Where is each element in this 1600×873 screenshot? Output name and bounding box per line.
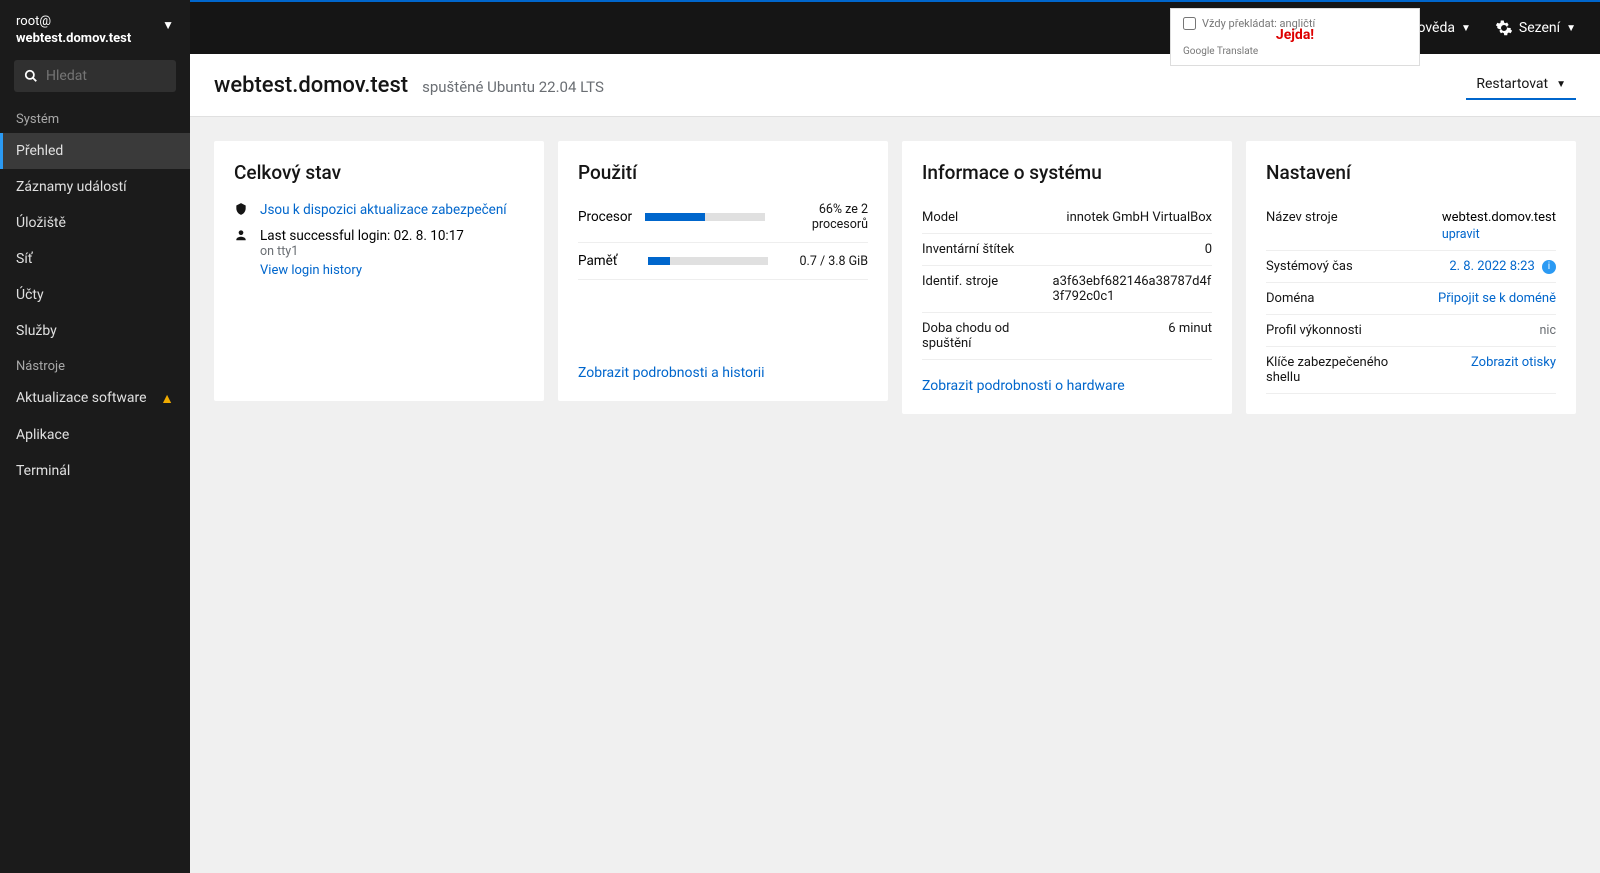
- card-health: Celkový stav Jsou k dispozici aktualizac…: [214, 141, 544, 401]
- uptime-label: Doba chodu od spuštění: [922, 321, 1053, 351]
- card-title: Celkový stav: [234, 161, 524, 184]
- systime-label: Systémový čas: [1266, 259, 1353, 274]
- ssh-keys-label: Klíče zabezpečeného shellu: [1266, 355, 1397, 385]
- card-title: Nastavení: [1266, 161, 1556, 184]
- card-title: Informace o systému: [922, 161, 1212, 184]
- cpu-value: 66% ze 2 procesorů: [778, 202, 868, 232]
- host-name: webtest.domov.test: [16, 31, 131, 48]
- card-usage: Použití Procesor 66% ze 2 procesorů Pamě…: [558, 141, 888, 401]
- translate-credit: Google Translate: [1183, 46, 1407, 57]
- cpu-bar: [645, 213, 765, 221]
- translate-overlay: Vždy překládat: angličtí Google Translat…: [1170, 8, 1420, 66]
- user-icon: [234, 228, 250, 242]
- info-icon: i: [1542, 260, 1556, 274]
- warning-icon: ▲: [160, 390, 174, 407]
- mem-label: Paměť: [578, 253, 617, 269]
- model-value: innotek GmbH VirtualBox: [1066, 210, 1212, 225]
- last-login: Last successful login: 02. 8. 10:17: [260, 228, 464, 244]
- cpu-label: Procesor: [578, 209, 632, 225]
- chevron-down-icon: ▼: [1566, 23, 1576, 34]
- mem-value: 0.7 / 3.8 GiB: [800, 254, 869, 269]
- hostname-value: webtest.domov.test: [1442, 210, 1556, 225]
- chevron-down-icon: ▼: [162, 18, 174, 32]
- asset-label: Inventární štítek: [922, 242, 1014, 257]
- overlay-jejda: Jejda!: [1276, 27, 1314, 43]
- domain-label: Doména: [1266, 291, 1315, 306]
- login-history-link[interactable]: View login history: [260, 263, 464, 278]
- translate-checkbox[interactable]: [1183, 17, 1196, 30]
- shield-icon: [234, 202, 250, 216]
- restart-button[interactable]: Restartovat ▼: [1466, 70, 1576, 100]
- search-input[interactable]: [46, 68, 166, 84]
- hardware-details-link[interactable]: Zobrazit podrobnosti o hardware: [922, 360, 1212, 394]
- sidebar-item-apps[interactable]: Aplikace: [0, 417, 190, 453]
- login-tty: on tty1: [260, 244, 464, 259]
- perf-profile-label: Profil výkonnosti: [1266, 323, 1362, 338]
- sidebar-item-updates[interactable]: Aktualizace software ▲: [0, 380, 190, 417]
- host-selector[interactable]: root@ webtest.domov.test ▼: [0, 0, 190, 60]
- sidebar-item-terminal[interactable]: Terminál: [0, 453, 190, 489]
- hostname-edit-link[interactable]: upravit: [1442, 227, 1480, 242]
- machine-id-label: Identif. stroje: [922, 274, 998, 304]
- hostname-label: Název stroje: [1266, 210, 1338, 242]
- model-label: Model: [922, 210, 958, 225]
- host-user: root@: [16, 14, 131, 31]
- uptime-value: 6 minut: [1168, 321, 1212, 351]
- search-box[interactable]: [14, 60, 176, 92]
- sidebar-item-label: Aktualizace software: [16, 390, 147, 406]
- perf-profile-value: nic: [1540, 323, 1557, 338]
- security-updates-link[interactable]: Jsou k dispozici aktualizace zabezpečení: [260, 202, 507, 218]
- domain-join-link[interactable]: Připojit se k doméně: [1438, 291, 1556, 306]
- card-title: Použití: [578, 161, 868, 184]
- nav-section-tools: Nástroje: [0, 349, 190, 380]
- mem-bar: [648, 257, 768, 265]
- page-subtitle: spuštěné Ubuntu 22.04 LTS: [422, 78, 604, 96]
- sidebar-item-overview[interactable]: Přehled: [0, 133, 190, 169]
- chevron-down-icon: ▼: [1461, 23, 1471, 34]
- session-label: Sezení: [1519, 20, 1560, 36]
- sidebar-item-network[interactable]: Síť: [0, 241, 190, 277]
- machine-id-value: a3f63ebf682146a38787d4f3f792c0c1: [1053, 274, 1213, 304]
- sidebar-item-storage[interactable]: Úložiště: [0, 205, 190, 241]
- sidebar-item-logs[interactable]: Záznamy událostí: [0, 169, 190, 205]
- systime-value[interactable]: 2. 8. 2022 8:23: [1449, 259, 1534, 274]
- card-system: Informace o systému Model innotek GmbH V…: [902, 141, 1232, 414]
- asset-value: 0: [1205, 242, 1212, 257]
- gear-icon: [1495, 19, 1513, 37]
- search-icon: [24, 69, 38, 83]
- nav-section-system: Systém: [0, 102, 190, 133]
- card-settings: Nastavení Název stroje webtest.domov.tes…: [1246, 141, 1576, 414]
- usage-details-link[interactable]: Zobrazit podrobnosti a historii: [578, 347, 868, 381]
- restart-label: Restartovat: [1476, 76, 1548, 92]
- sidebar-item-accounts[interactable]: Účty: [0, 277, 190, 313]
- chevron-down-icon: ▼: [1556, 79, 1566, 90]
- sidebar-item-services[interactable]: Služby: [0, 313, 190, 349]
- page-title: webtest.domov.test: [214, 73, 408, 98]
- ssh-keys-link[interactable]: Zobrazit otisky: [1471, 355, 1556, 385]
- session-menu[interactable]: Sezení ▼: [1495, 19, 1576, 37]
